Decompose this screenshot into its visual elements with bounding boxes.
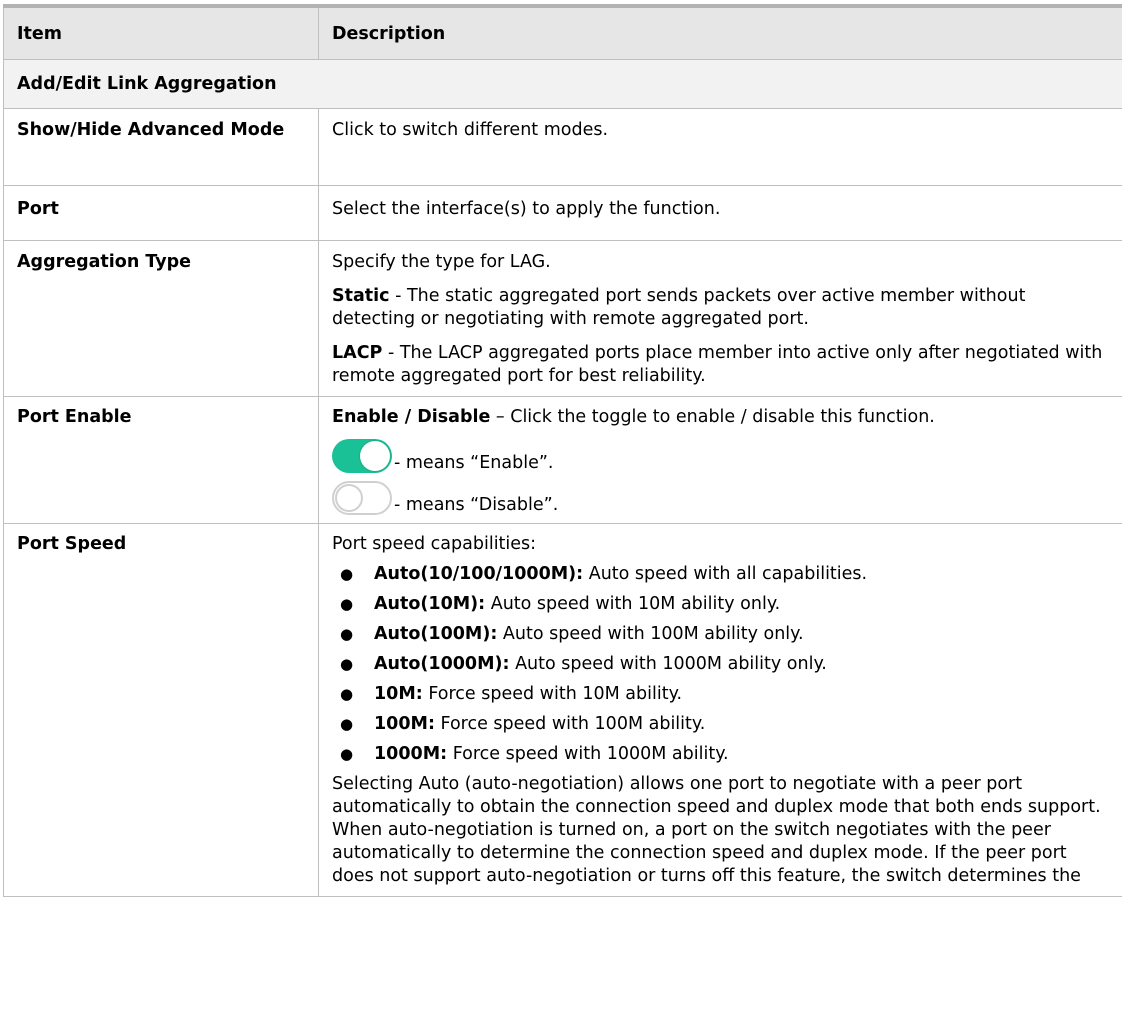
- static-text: - The static aggregated port sends packe…: [332, 286, 1026, 329]
- list-item: ● 1000M: Force speed with 1000M ability.: [332, 743, 1112, 766]
- port-speed-note: Selecting Auto (auto-negotiation) allows…: [332, 774, 1101, 886]
- table-row-port: Port Select the interface(s) to apply th…: [3, 185, 1122, 241]
- table-row-aggregation-type: Aggregation Type Specify the type for LA…: [3, 240, 1122, 397]
- aggregation-lacp: LACP - The LACP aggregated ports place m…: [332, 342, 1112, 388]
- list-item: ● 10M: Force speed with 10M ability.: [332, 683, 1112, 706]
- bullet-dot-icon: ●: [340, 625, 354, 643]
- desc-port-speed: Port speed capabilities: ● Auto(10/100/10…: [318, 523, 1122, 897]
- list-item: ● Auto(1000M): Auto speed with 1000M abil…: [332, 653, 1112, 676]
- speed-option-text: Force speed with 1000M ability.: [447, 744, 729, 764]
- toggle-off-icon: [332, 481, 392, 515]
- item-port-enable: Port Enable: [3, 396, 319, 524]
- header-item: Item: [3, 4, 319, 60]
- speed-option-label: 100M:: [374, 714, 435, 734]
- section-title: Add/Edit Link Aggregation: [3, 59, 1122, 109]
- disable-caption: - means “Disable”.: [394, 495, 559, 515]
- disable-example: - means “Disable”.: [332, 481, 1112, 515]
- enable-disable-text: – Click the toggle to enable / disable t…: [490, 407, 935, 427]
- table-row-port-enable: Port Enable Enable / Disable – Click the…: [3, 396, 1122, 524]
- list-item: ● Auto(10M): Auto speed with 10M ability …: [332, 593, 1112, 616]
- list-item: ● Auto(100M): Auto speed with 100M abilit…: [332, 623, 1112, 646]
- speed-option-label: 1000M:: [374, 744, 448, 764]
- link-aggregation-table: Item Description Add/Edit Link Aggregati…: [3, 4, 1122, 897]
- speed-option-label: Auto(10M):: [374, 594, 486, 614]
- speed-option-text: Auto speed with 10M ability only.: [485, 594, 781, 614]
- toggle-on-icon: [332, 439, 392, 473]
- enable-disable-label: Enable / Disable: [332, 407, 491, 427]
- speed-option-text: Force speed with 10M ability.: [422, 684, 683, 704]
- item-aggregation-type: Aggregation Type: [3, 240, 319, 397]
- enable-caption: - means “Enable”.: [394, 453, 554, 473]
- speed-option-label: 10M:: [374, 684, 423, 704]
- port-enable-text: Enable / Disable – Click the toggle to e…: [332, 406, 1112, 429]
- speed-option-label: Auto(1000M):: [374, 654, 510, 674]
- table-row-advanced-mode: Show/Hide Advanced Mode Click to switch …: [3, 108, 1122, 186]
- bullet-dot-icon: ●: [340, 565, 354, 583]
- speed-option-text: Auto speed with 100M ability only.: [497, 624, 804, 644]
- speed-option-label: Auto(10/100/1000M):: [374, 564, 584, 584]
- header-description: Description: [318, 4, 1122, 60]
- list-item: ● Auto(10/100/1000M): Auto speed with all…: [332, 563, 1112, 586]
- lacp-label: LACP: [332, 343, 383, 363]
- speed-options-list: ● Auto(10/100/1000M): Auto speed with all…: [332, 563, 1112, 766]
- speed-option-label: Auto(100M):: [374, 624, 498, 644]
- speed-option-text: Force speed with 100M ability.: [434, 714, 706, 734]
- desc-port-enable: Enable / Disable – Click the toggle to e…: [318, 396, 1122, 524]
- desc-port: Select the interface(s) to apply the fun…: [318, 185, 1122, 241]
- desc-aggregation-type: Specify the type for LAG. Static - The s…: [318, 240, 1122, 397]
- speed-option-text: Auto speed with 1000M ability only.: [509, 654, 827, 674]
- list-item: ● 100M: Force speed with 100M ability.: [332, 713, 1112, 736]
- bullet-dot-icon: ●: [340, 745, 354, 763]
- aggregation-intro: Specify the type for LAG.: [332, 252, 551, 272]
- item-advanced-mode: Show/Hide Advanced Mode: [3, 108, 319, 186]
- speed-option-text: Auto speed with all capabilities.: [583, 564, 868, 584]
- item-port: Port: [3, 185, 319, 241]
- bullet-dot-icon: ●: [340, 685, 354, 703]
- desc-advanced-mode: Click to switch different modes.: [318, 108, 1122, 186]
- port-speed-intro: Port speed capabilities:: [332, 534, 537, 554]
- bullet-dot-icon: ●: [340, 655, 354, 673]
- aggregation-static: Static - The static aggregated port send…: [332, 285, 1112, 331]
- item-port-speed: Port Speed: [3, 523, 319, 897]
- section-row: Add/Edit Link Aggregation: [3, 59, 1122, 109]
- table-row-port-speed: Port Speed Port speed capabilities: ● Aut…: [3, 523, 1122, 897]
- enable-example: - means “Enable”.: [332, 439, 1112, 473]
- lacp-text: - The LACP aggregated ports place member…: [332, 343, 1103, 386]
- static-label: Static: [332, 286, 390, 306]
- bullet-dot-icon: ●: [340, 715, 354, 733]
- bullet-dot-icon: ●: [340, 595, 354, 613]
- table-header-row: Item Description: [3, 4, 1122, 60]
